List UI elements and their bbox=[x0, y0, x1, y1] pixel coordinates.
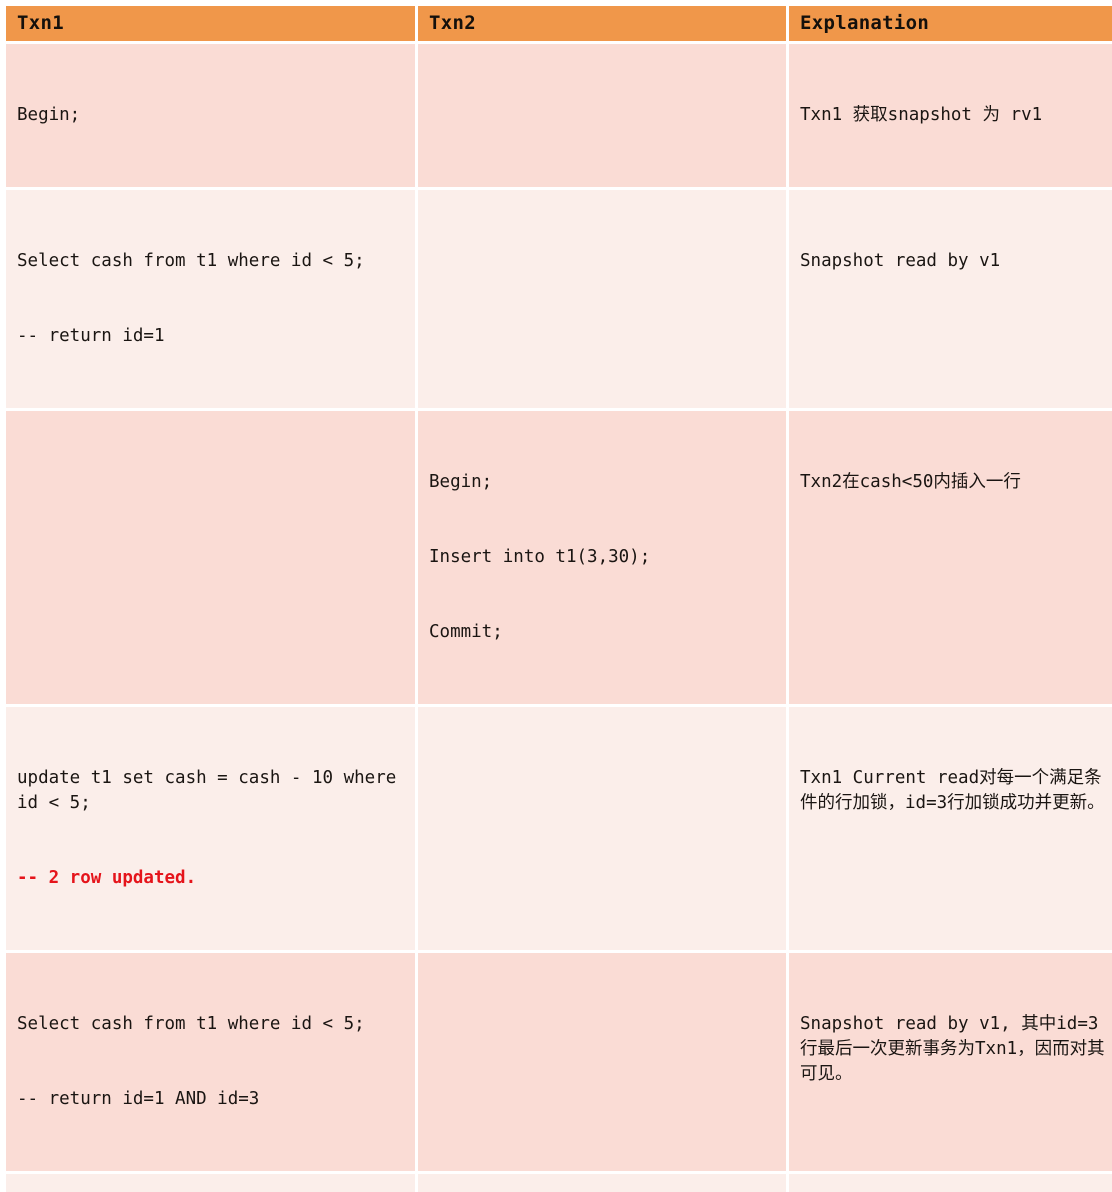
transaction-table-container: Txn1 Txn2 Explanation Begin; Txn1 获取snap… bbox=[0, 0, 1112, 1192]
table-row: update t1 set cash = cash - 10 where id … bbox=[6, 707, 1112, 950]
txn1-step5-statement: Select cash from t1 where id < 5; bbox=[17, 1014, 365, 1034]
txn1-step5-comment: -- return id=1 AND id=3 bbox=[17, 1089, 260, 1109]
table-body: Begin; Txn1 获取snapshot 为 rv1 Select cash… bbox=[6, 44, 1112, 1192]
cell-txn2-step5 bbox=[418, 953, 786, 1171]
txn1-step4-result-note: -- 2 row updated. bbox=[17, 868, 197, 888]
table-row: Commit; bbox=[6, 1174, 1112, 1192]
column-header-explanation: Explanation bbox=[789, 6, 1112, 41]
table-row: Begin; Insert into t1(3,30); Commit; Txn… bbox=[6, 411, 1112, 704]
table-row: Begin; Txn1 获取snapshot 为 rv1 bbox=[6, 44, 1112, 187]
cell-explanation-step5: Snapshot read by v1, 其中id=3行最后一次更新事务为Txn… bbox=[789, 953, 1112, 1171]
table-header-row: Txn1 Txn2 Explanation bbox=[6, 6, 1112, 41]
cell-txn2-step6 bbox=[418, 1174, 786, 1192]
table-row: Select cash from t1 where id < 5; -- ret… bbox=[6, 953, 1112, 1171]
txn2-step3-begin: Begin; bbox=[429, 472, 493, 492]
txn1-step2-comment: -- return id=1 bbox=[17, 326, 165, 346]
cell-txn1-step6: Commit; bbox=[6, 1174, 415, 1192]
column-header-txn1: Txn1 bbox=[6, 6, 415, 41]
table-row: Select cash from t1 where id < 5; -- ret… bbox=[6, 190, 1112, 408]
explanation-step2-text: Snapshot read by v1 bbox=[800, 251, 1001, 271]
txn2-step3-commit: Commit; bbox=[429, 622, 503, 642]
cell-txn1-step2: Select cash from t1 where id < 5; -- ret… bbox=[6, 190, 415, 408]
column-header-txn2: Txn2 bbox=[418, 6, 786, 41]
cell-txn1-step1: Begin; bbox=[6, 44, 415, 187]
explanation-step4-text: Txn1 Current read对每一个满足条件的行加锁，id=3行加锁成功并… bbox=[800, 768, 1105, 813]
txn1-step1-statement: Begin; bbox=[17, 105, 81, 125]
cell-explanation-step2: Snapshot read by v1 bbox=[789, 190, 1112, 408]
cell-explanation-step4: Txn1 Current read对每一个满足条件的行加锁，id=3行加锁成功并… bbox=[789, 707, 1112, 950]
txn1-step2-statement: Select cash from t1 where id < 5; bbox=[17, 251, 365, 271]
explanation-step3-text: Txn2在cash<50内插入一行 bbox=[800, 472, 1021, 492]
cell-explanation-step1: Txn1 获取snapshot 为 rv1 bbox=[789, 44, 1112, 187]
cell-txn2-step3: Begin; Insert into t1(3,30); Commit; bbox=[418, 411, 786, 704]
cell-txn2-step1 bbox=[418, 44, 786, 187]
explanation-step5-text: Snapshot read by v1, 其中id=3行最后一次更新事务为Txn… bbox=[800, 1014, 1105, 1084]
cell-txn1-step5: Select cash from t1 where id < 5; -- ret… bbox=[6, 953, 415, 1171]
transaction-comparison-table: Txn1 Txn2 Explanation Begin; Txn1 获取snap… bbox=[3, 3, 1112, 1192]
cell-explanation-step6 bbox=[789, 1174, 1112, 1192]
table-header: Txn1 Txn2 Explanation bbox=[6, 6, 1112, 41]
txn1-step4-statement: update t1 set cash = cash - 10 where id … bbox=[17, 768, 407, 813]
txn2-step3-insert: Insert into t1(3,30); bbox=[429, 547, 651, 567]
cell-txn1-step3 bbox=[6, 411, 415, 704]
explanation-step1-text: Txn1 获取snapshot 为 rv1 bbox=[800, 105, 1043, 125]
cell-txn2-step2 bbox=[418, 190, 786, 408]
cell-txn1-step4: update t1 set cash = cash - 10 where id … bbox=[6, 707, 415, 950]
cell-txn2-step4 bbox=[418, 707, 786, 950]
cell-explanation-step3: Txn2在cash<50内插入一行 bbox=[789, 411, 1112, 704]
